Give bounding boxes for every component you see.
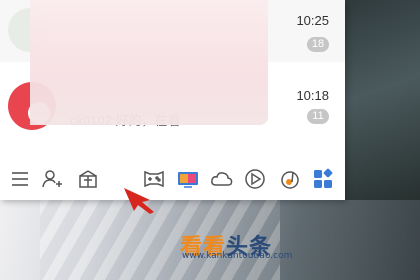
pointer-arrow-icon — [124, 188, 154, 214]
message-time: 10:25 — [296, 13, 329, 28]
unread-badge: 11 — [307, 109, 329, 124]
apps-grid-icon[interactable] — [311, 167, 335, 191]
add-contact-icon[interactable] — [40, 167, 64, 191]
bottom-toolbar — [0, 162, 345, 196]
chat-list-panel: 10:25 18 ck0102:好的，在看 10:18 11 — [0, 0, 345, 200]
play-icon[interactable] — [243, 167, 267, 191]
menu-icon[interactable] — [8, 167, 32, 191]
watermark-url: www.kankantoutiao.com — [182, 251, 293, 261]
message-time: 10:18 — [296, 88, 329, 103]
blurred-region — [30, 0, 268, 125]
watermark: 看看头条 www.kankantoutiao.com — [160, 229, 330, 277]
cloud-icon[interactable] — [210, 167, 234, 191]
gift-icon[interactable] — [76, 167, 100, 191]
live-tv-icon[interactable] — [176, 167, 200, 191]
unread-badge: 18 — [307, 37, 329, 52]
music-icon[interactable] — [278, 167, 302, 191]
background-photo — [345, 0, 420, 200]
